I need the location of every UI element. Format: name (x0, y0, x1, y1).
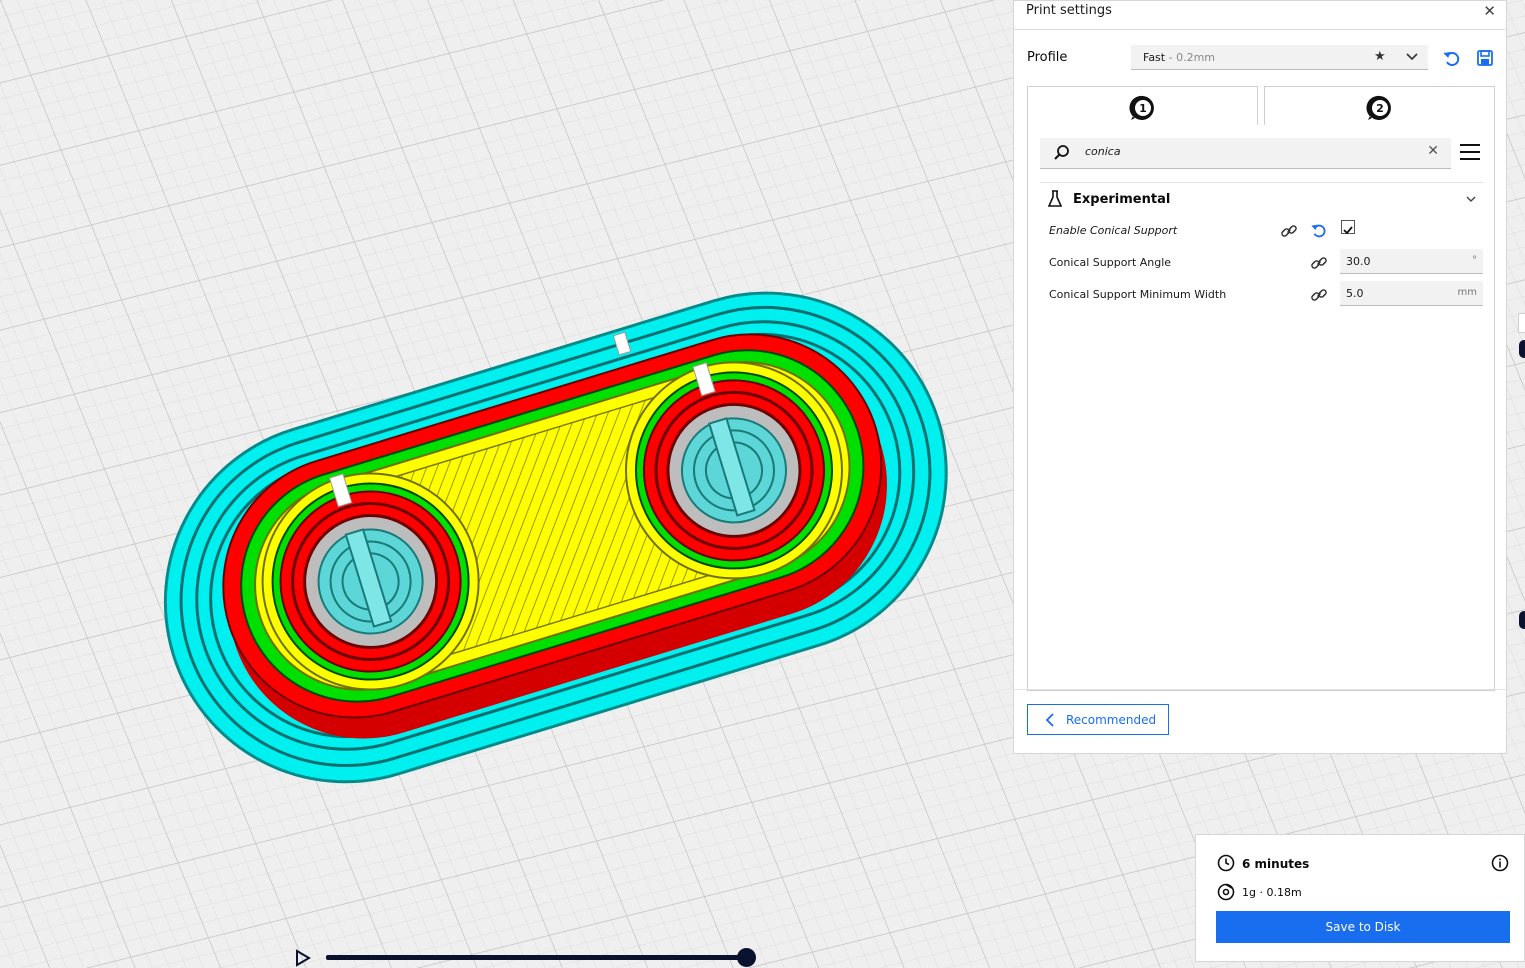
link-icon[interactable] (1280, 222, 1298, 240)
setting-conical-support-angle[interactable]: Conical Support Angle ° (1040, 249, 1483, 277)
conical-support-min-width-input[interactable] (1346, 287, 1446, 300)
conical-support-angle-input[interactable] (1346, 255, 1446, 268)
link-icon[interactable] (1310, 286, 1328, 304)
save-to-disk-button[interactable]: Save to Disk (1216, 911, 1510, 943)
recommended-button[interactable]: Recommended (1027, 704, 1169, 735)
spool-icon (1217, 883, 1235, 901)
edge-handle-top[interactable] (1519, 340, 1525, 358)
material-usage: 1g · 0.18m (1242, 886, 1302, 899)
clock-icon (1217, 854, 1235, 872)
print-time: 6 minutes (1242, 857, 1310, 871)
chevron-left-icon (1045, 713, 1054, 727)
setting-label: Conical Support Minimum Width (1049, 288, 1227, 301)
edge-handle-bottom[interactable] (1519, 611, 1525, 629)
link-icon[interactable] (1310, 254, 1328, 272)
edge-toggle[interactable] (1518, 313, 1525, 333)
extruder-2-icon: 2 (1365, 95, 1391, 120)
conical-support-angle-field[interactable]: ° (1340, 249, 1483, 274)
enable-conical-support-checkbox[interactable] (1341, 220, 1355, 235)
chevron-down-icon[interactable] (1404, 48, 1420, 64)
reset-icon[interactable] (1310, 222, 1328, 240)
setting-enable-conical-support[interactable]: Enable Conical Support (1040, 217, 1483, 245)
menu-icon[interactable] (1460, 143, 1480, 161)
tab-extruder-1[interactable]: 1 (1027, 86, 1258, 126)
divider (1040, 182, 1483, 183)
star-icon[interactable]: ★ (1374, 49, 1386, 64)
setting-label: Conical Support Angle (1049, 256, 1172, 269)
category-experimental[interactable]: Experimental (1040, 187, 1483, 211)
play-icon[interactable] (295, 949, 311, 967)
info-icon[interactable] (1491, 854, 1509, 872)
tab-extruder-2[interactable]: 2 (1264, 86, 1495, 126)
extruder-2-number: 2 (1376, 102, 1384, 115)
checkmark-icon (1343, 226, 1353, 235)
search-bar[interactable]: ✕ (1040, 138, 1451, 169)
save-icon[interactable] (1476, 49, 1494, 67)
unit-label: mm (1457, 287, 1477, 298)
flask-icon (1048, 190, 1062, 207)
print-settings-panel: Print settings ✕ Profile Fast - 0.2mm ★ … (1013, 0, 1507, 756)
print-estimate-panel: 6 minutes 1g · 0.18m Save to Disk (1195, 834, 1525, 962)
conical-support-min-width-field[interactable]: mm (1340, 281, 1483, 306)
layer-slider-handle[interactable] (736, 948, 756, 967)
clear-search-icon[interactable]: ✕ (1427, 143, 1439, 159)
profile-name: Fast - 0.2mm (1143, 51, 1215, 64)
recommended-label: Recommended (1066, 713, 1157, 727)
reset-icon[interactable] (1442, 49, 1462, 69)
extruder-1-number: 1 (1139, 102, 1147, 115)
search-input[interactable] (1085, 145, 1405, 158)
profile-label: Profile (1027, 50, 1068, 65)
chevron-down-icon[interactable] (1465, 193, 1477, 205)
layer-slider-track[interactable] (326, 955, 746, 960)
close-icon[interactable]: ✕ (1483, 2, 1496, 20)
profile-layer-height: - 0.2mm (1165, 51, 1215, 64)
divider (1014, 29, 1506, 30)
divider (1014, 689, 1506, 690)
setting-label: Enable Conical Support (1049, 224, 1178, 237)
category-label: Experimental (1073, 192, 1171, 207)
profile-select[interactable]: Fast - 0.2mm ★ (1131, 45, 1428, 70)
search-icon (1054, 145, 1069, 160)
setting-conical-support-min-width[interactable]: Conical Support Minimum Width mm (1040, 281, 1483, 309)
settings-list: ✕ Experimental Enable Conical Support Co… (1027, 125, 1495, 691)
unit-label: ° (1472, 255, 1477, 266)
panel-title: Print settings (1026, 3, 1112, 18)
extruder-1-icon: 1 (1128, 95, 1154, 120)
resize-handle[interactable]: .... (1252, 747, 1266, 756)
